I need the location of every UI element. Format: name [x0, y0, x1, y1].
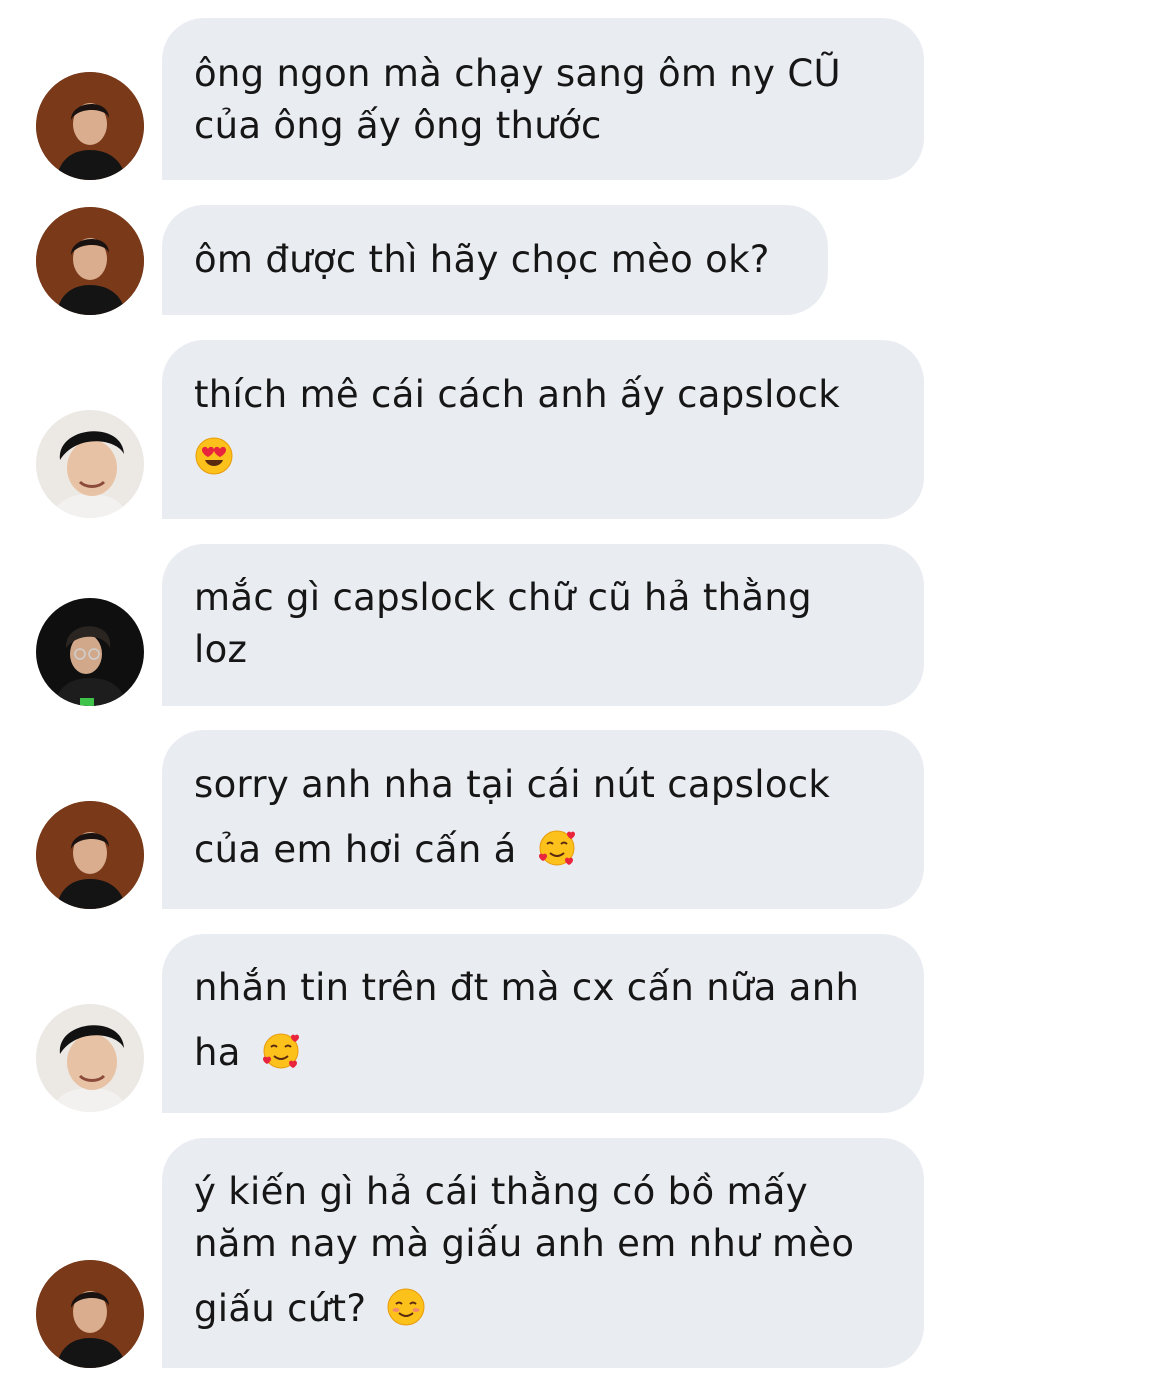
message-bubble[interactable]: ông ngon mà chạy sang ôm ny CŨ của ông ấ…	[162, 18, 924, 180]
message-text-line: của em hơi cấn á	[194, 828, 577, 871]
message-bubble[interactable]: mắc gì capslock chữ cũ hả thằng loz	[162, 544, 924, 706]
avatar-dark-glasses[interactable]	[36, 598, 144, 706]
smiling-hearts-emoji	[261, 1031, 301, 1071]
avatar-dark-brown[interactable]	[36, 1260, 144, 1368]
heart-eyes-emoji	[194, 436, 234, 476]
message-text-line: năm nay mà giấu anh em như mèo	[194, 1222, 855, 1265]
message-text-line: ha	[194, 1031, 301, 1074]
message-bubble[interactable]: nhắn tin trên đt mà cx cấn nữa anh ha	[162, 934, 924, 1113]
message-text-line: sorry anh nha tại cái nút capslock	[194, 763, 831, 806]
message-bubble[interactable]: sorry anh nha tại cái nút capslock của e…	[162, 730, 924, 909]
message-thread: ông ngon mà chạy sang ôm ny CŨ của ông ấ…	[0, 0, 1170, 1382]
smiling-blush-emoji	[386, 1287, 426, 1327]
message-text-line: của ông ấy ông thước	[194, 104, 602, 147]
message-text-line: ý kiến gì hả cái thằng có bồ mấy	[194, 1170, 808, 1213]
message-text-line	[194, 436, 234, 479]
avatar-dark-brown[interactable]	[36, 72, 144, 180]
message-text-line: ông ngon mà chạy sang ôm ny CŨ	[194, 52, 841, 95]
smiling-hearts-emoji	[537, 828, 577, 868]
avatar-dark-brown[interactable]	[36, 801, 144, 909]
message-text: của em hơi cấn á	[194, 828, 517, 871]
message-text-line: mắc gì capslock chữ cũ hả thằng	[194, 576, 812, 619]
message-text: giấu cứt?	[194, 1287, 367, 1330]
message-text-line: thích mê cái cách anh ấy capslock	[194, 373, 841, 416]
avatar-light-smiling[interactable]	[36, 1004, 144, 1112]
message-text-line: giấu cứt?	[194, 1287, 426, 1330]
avatar-dark-brown[interactable]	[36, 207, 144, 315]
message-bubble[interactable]: ôm được thì hãy chọc mèo ok?	[162, 205, 828, 315]
message-text-line: ôm được thì hãy chọc mèo ok?	[194, 238, 770, 281]
message-text: ha	[194, 1031, 241, 1074]
message-bubble[interactable]: ý kiến gì hả cái thằng có bồ mấy năm nay…	[162, 1138, 924, 1368]
message-bubble[interactable]: thích mê cái cách anh ấy capslock	[162, 340, 924, 519]
message-text-line: loz	[194, 628, 248, 671]
avatar-light-smiling[interactable]	[36, 410, 144, 518]
message-text-line: nhắn tin trên đt mà cx cấn nữa anh	[194, 966, 860, 1009]
